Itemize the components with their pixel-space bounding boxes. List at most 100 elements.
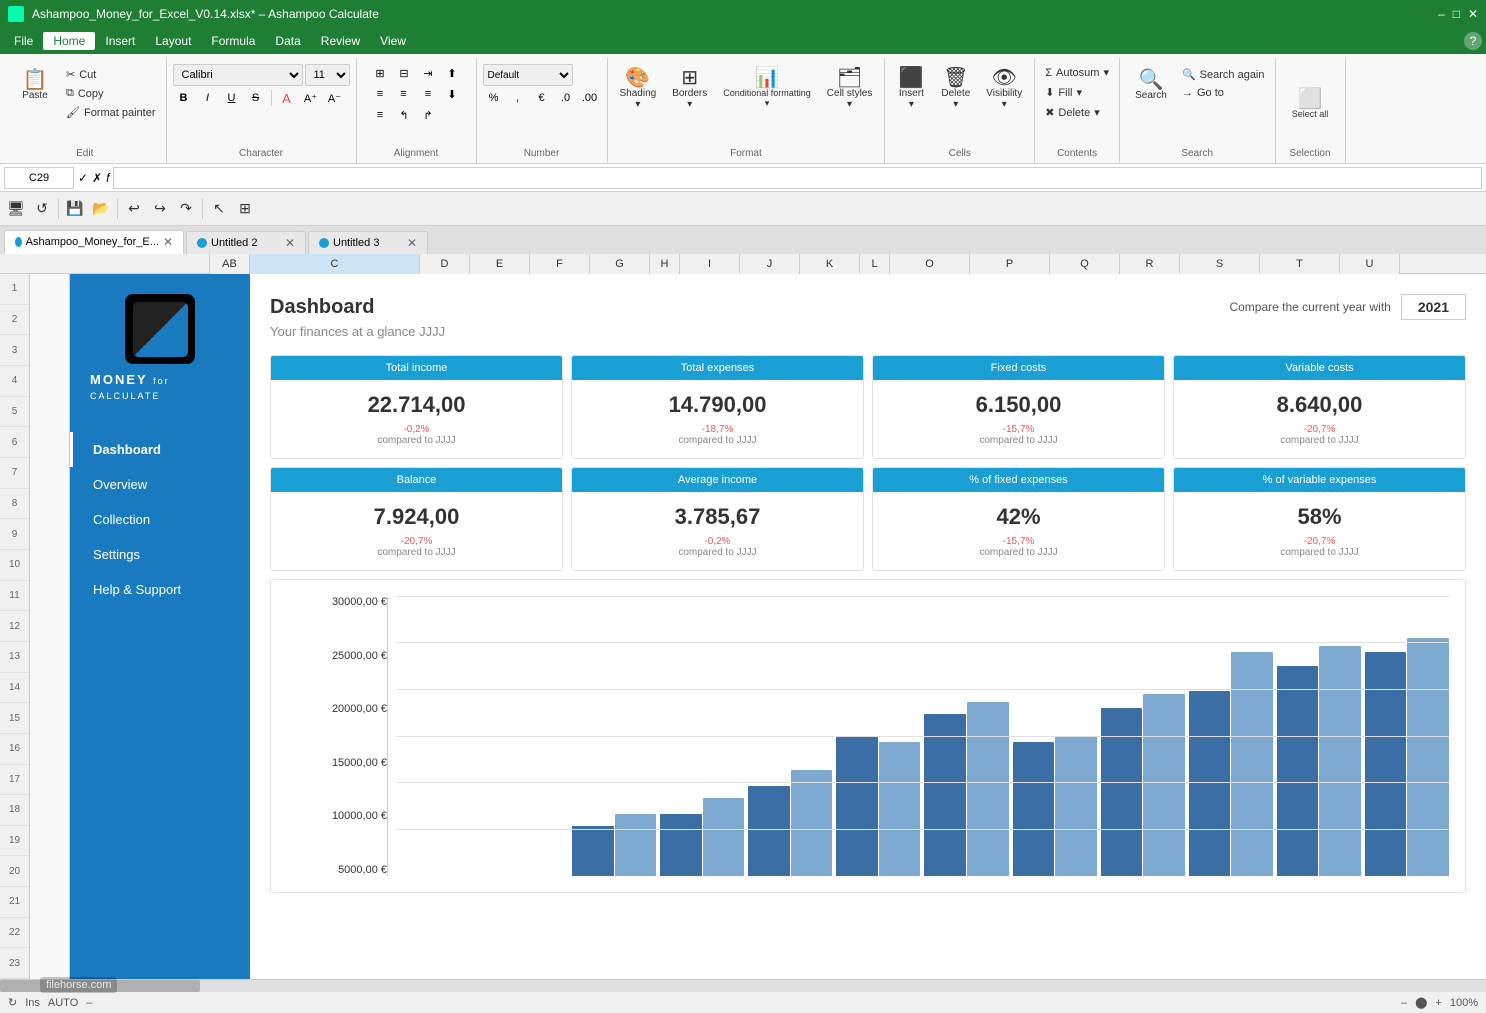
col-s[interactable]: S [1180, 254, 1260, 274]
accounting-button[interactable]: € [531, 89, 553, 107]
fill-button[interactable]: ⬇ Fill ▾ [1041, 84, 1113, 101]
sidebar-item-collection[interactable]: Collection [70, 502, 250, 537]
rtl-button[interactable]: ↰ [393, 106, 415, 124]
row-10[interactable]: 10 [0, 550, 29, 581]
align-right-button[interactable]: ≡ [417, 85, 439, 103]
col-o[interactable]: O [890, 254, 970, 274]
refresh-icon[interactable]: ↻ [8, 996, 17, 1009]
strikethrough-button[interactable]: S [245, 89, 267, 107]
conditional-formatting-button[interactable]: 📊 Conditional formatting ▾ [717, 64, 817, 113]
formula-input[interactable] [113, 167, 1482, 189]
row-9[interactable]: 9 [0, 519, 29, 550]
menu-layout[interactable]: Layout [145, 32, 201, 50]
col-g[interactable]: G [590, 254, 650, 274]
align-top-button[interactable]: ⬆ [441, 64, 463, 82]
increase-decimal-button[interactable]: .00 [579, 89, 601, 107]
cell-styles-button[interactable]: 🗂 Cell styles ▾ [821, 64, 879, 114]
row-12[interactable]: 12 [0, 611, 29, 642]
decrease-decimal-button[interactable]: .0 [555, 89, 577, 107]
col-c[interactable]: C [250, 254, 420, 274]
row-1[interactable]: 1 [0, 274, 29, 305]
row-18[interactable]: 18 [0, 795, 29, 826]
col-f[interactable]: F [530, 254, 590, 274]
number-format-select[interactable]: Default [483, 64, 573, 86]
menu-view[interactable]: View [370, 32, 416, 50]
menu-review[interactable]: Review [311, 32, 370, 50]
row-11[interactable]: 11 [0, 581, 29, 612]
corner-cell[interactable] [0, 254, 210, 273]
font-grow-button[interactable]: A⁺ [300, 89, 322, 107]
zoom-in-icon[interactable]: + [1435, 997, 1441, 1009]
redo-button[interactable]: ↪ [148, 197, 172, 221]
search-again-button[interactable]: 🔍 Search again [1178, 66, 1269, 83]
delete-button[interactable]: 🗑 Delete ▾ [935, 64, 976, 114]
search-button[interactable]: 🔍 Search [1126, 64, 1176, 107]
font-size-select[interactable]: 11 [305, 64, 350, 86]
row-14[interactable]: 14 [0, 673, 29, 704]
menu-insert[interactable]: Insert [95, 32, 145, 50]
menu-file[interactable]: File [4, 32, 43, 50]
sidebar-item-overview[interactable]: Overview [70, 467, 250, 502]
paste-button[interactable]: 📋 Paste [10, 64, 60, 107]
shading-button[interactable]: 🎨 Shading ▾ [614, 64, 663, 114]
copy-button[interactable]: ⧉ Copy [62, 85, 160, 102]
row-5[interactable]: 5 [0, 397, 29, 428]
row-21[interactable]: 21 [0, 887, 29, 918]
thousands-button[interactable]: , [507, 89, 529, 107]
sidebar-item-settings[interactable]: Settings [70, 537, 250, 572]
sidebar-item-dashboard[interactable]: Dashboard [70, 432, 250, 467]
row-13[interactable]: 13 [0, 642, 29, 673]
zoom-slider[interactable]: ⬤ [1415, 996, 1427, 1009]
open-button[interactable]: 📂 [89, 197, 113, 221]
menu-home[interactable]: Home [43, 32, 95, 50]
goto-button[interactable]: → Go to [1178, 85, 1269, 101]
formula-check-icon[interactable]: ✓ [78, 171, 88, 185]
repeat-button[interactable]: ↷ [174, 197, 198, 221]
menu-formula[interactable]: Formula [201, 32, 265, 50]
format-painter-button[interactable]: 🖌 Format painter [62, 104, 160, 121]
row-15[interactable]: 15 [0, 703, 29, 734]
tab-0[interactable]: Ashampoo_Money_for_E... ✕ [4, 230, 184, 254]
align-center-button[interactable]: ≡ [393, 85, 415, 103]
pointer-button[interactable]: ↖ [207, 197, 231, 221]
undo-button[interactable]: ↩ [122, 197, 146, 221]
row-22[interactable]: 22 [0, 918, 29, 949]
col-u[interactable]: U [1340, 254, 1400, 274]
font-color-button[interactable]: A [276, 89, 298, 107]
align-bottom-button[interactable]: ⬇ [441, 85, 463, 103]
borders-button[interactable]: ⊞ Borders ▾ [666, 64, 713, 114]
col-r[interactable]: R [1120, 254, 1180, 274]
zoom-out-icon[interactable]: – [1401, 997, 1407, 1009]
sidebar-item-help[interactable]: Help & Support [70, 572, 250, 607]
font-family-select[interactable]: Calibri [173, 64, 303, 86]
row-19[interactable]: 19 [0, 826, 29, 857]
align-left-button[interactable]: ≡ [369, 85, 391, 103]
tab-close-1[interactable]: ✕ [285, 236, 295, 250]
tab-close-2[interactable]: ✕ [407, 236, 417, 250]
row-2[interactable]: 2 [0, 305, 29, 336]
row-8[interactable]: 8 [0, 489, 29, 520]
col-i[interactable]: I [680, 254, 740, 274]
visibility-button[interactable]: 👁 Visibility ▾ [980, 64, 1028, 114]
tab-1[interactable]: Untitled 2 ✕ [186, 231, 306, 254]
select-all-button[interactable]: ⬜ Select all [1285, 60, 1335, 146]
indent-button[interactable]: ⇥ [417, 64, 439, 82]
ltr-button[interactable]: ↱ [417, 106, 439, 124]
row-20[interactable]: 20 [0, 856, 29, 887]
col-ab[interactable]: AB [210, 254, 250, 274]
new-button[interactable]: 🖥 [4, 197, 28, 221]
col-q[interactable]: Q [1050, 254, 1120, 274]
wrap-text-button[interactable]: ⊞ [369, 64, 391, 82]
undo-more-button[interactable]: ↺ [30, 197, 54, 221]
row-7[interactable]: 7 [0, 458, 29, 489]
insert-button[interactable]: ⬛ Insert ▾ [891, 64, 931, 114]
italic-button[interactable]: I [197, 89, 219, 107]
autosum-button[interactable]: Σ Autosum ▾ [1041, 64, 1113, 81]
menu-data[interactable]: Data [265, 32, 310, 50]
bold-button[interactable]: B [173, 89, 195, 107]
justify-button[interactable]: ≡ [369, 106, 391, 124]
col-l[interactable]: L [860, 254, 890, 274]
row-4[interactable]: 4 [0, 366, 29, 397]
tab-close-0[interactable]: ✕ [163, 235, 173, 249]
cut-button[interactable]: ✂ Cut [62, 66, 160, 83]
